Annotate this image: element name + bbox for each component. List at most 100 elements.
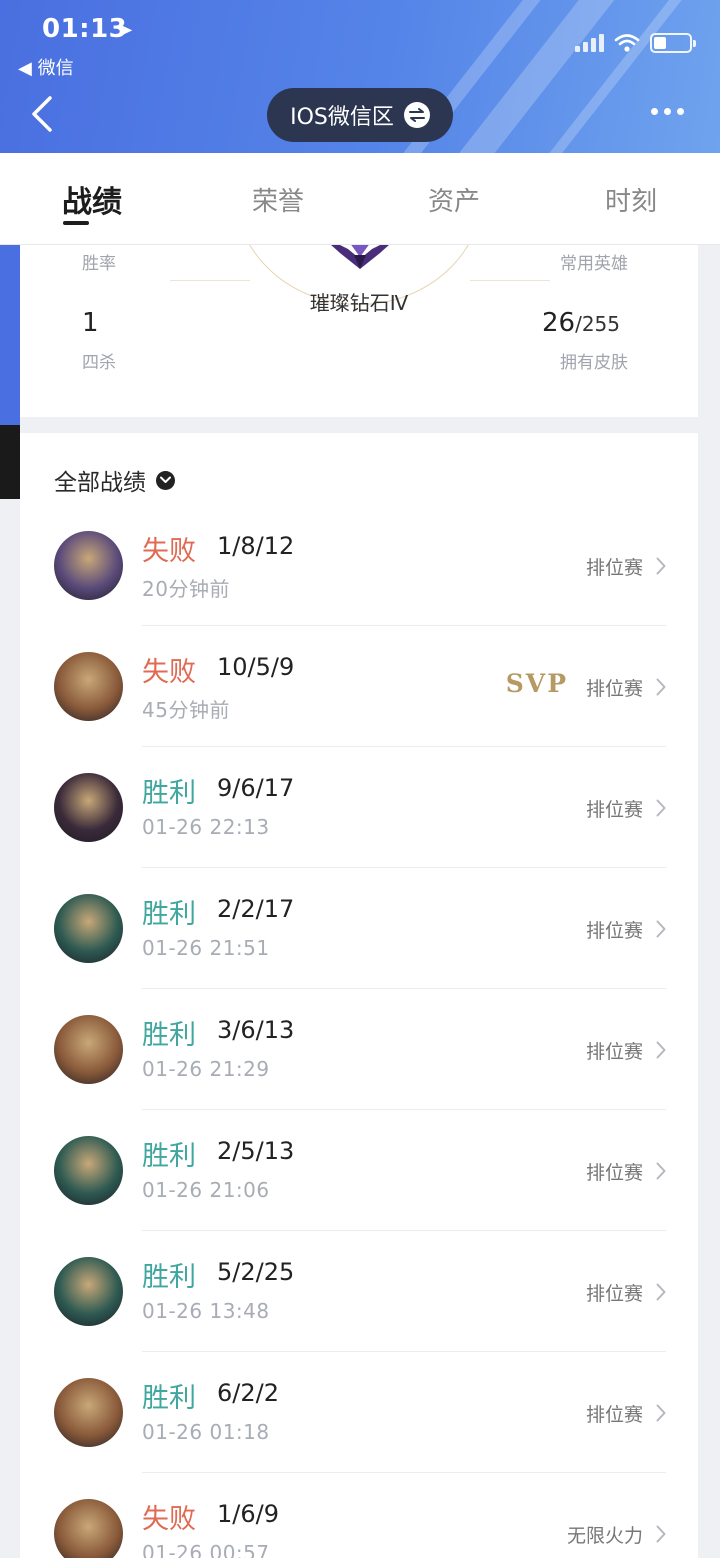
zone-label: IOS微信区 xyxy=(290,105,394,130)
swap-icon xyxy=(403,102,430,128)
match-kda: 2/5/13 xyxy=(217,1137,295,1165)
rank-emblem-icon xyxy=(331,245,389,269)
chevron-right-icon xyxy=(656,1404,666,1422)
match-result: 胜利 xyxy=(142,899,196,930)
svp-badge: SVP xyxy=(505,669,568,698)
match-kda: 10/5/9 xyxy=(217,653,295,681)
edge-decoration xyxy=(0,245,20,435)
match-result: 胜利 xyxy=(142,1383,196,1414)
more-icon[interactable] xyxy=(651,108,684,115)
match-filter-dropdown[interactable]: 全部战绩 xyxy=(54,463,175,497)
win-rate-label: 胜率 xyxy=(82,254,116,274)
quadra-kill-value: 1 xyxy=(82,308,99,338)
zone-switch-button[interactable]: IOS微信区 xyxy=(267,88,453,142)
tab-record[interactable]: 战绩 xyxy=(62,177,122,221)
match-row[interactable]: 胜利 9/6/17 01-26 22:13 排位赛 xyxy=(20,747,698,868)
match-kda: 1/6/9 xyxy=(217,1500,279,1528)
back-arrow-icon[interactable] xyxy=(28,94,68,134)
match-kda: 6/2/2 xyxy=(217,1379,279,1407)
skins-owned: 26 xyxy=(542,308,576,338)
common-hero-label: 常用英雄 xyxy=(560,254,628,274)
match-time: 01-26 01:18 xyxy=(142,1420,270,1444)
chevron-right-icon xyxy=(656,920,666,938)
match-list: 全部战绩 失败 1/8/12 20分钟前 排位赛 失败 10/5/9 45分钟前 SVP 排位赛… xyxy=(20,433,698,1558)
match-kda: 2/2/17 xyxy=(217,895,295,923)
match-row[interactable]: 胜利 5/2/25 01-26 13:48 排位赛 xyxy=(20,1231,698,1352)
match-mode: 无限火力 xyxy=(566,1525,643,1547)
skins-count: 26/255 xyxy=(542,308,620,338)
match-time: 20分钟前 xyxy=(142,577,230,601)
hero-avatar xyxy=(54,531,123,600)
chevron-right-icon xyxy=(656,1162,666,1180)
chevron-right-icon xyxy=(656,1525,666,1543)
hero-avatar xyxy=(54,1136,123,1205)
tab-bar: 战绩 荣誉 资产 时刻 xyxy=(0,153,720,245)
match-kda: 9/6/17 xyxy=(217,774,295,802)
hero-avatar xyxy=(54,1378,123,1447)
chevron-right-icon xyxy=(656,1283,666,1301)
match-time: 45分钟前 xyxy=(142,698,230,722)
match-row[interactable]: 失败 10/5/9 45分钟前 SVP 排位赛 xyxy=(20,626,698,747)
skins-label: 拥有皮肤 xyxy=(560,353,628,373)
match-row[interactable]: 失败 1/6/9 01-26 00:57 无限火力 xyxy=(20,1473,698,1558)
divider xyxy=(470,280,550,281)
match-time: 01-26 21:06 xyxy=(142,1178,270,1202)
match-mode: 排位赛 xyxy=(585,1162,643,1184)
match-row[interactable]: 胜利 2/2/17 01-26 21:51 排位赛 xyxy=(20,868,698,989)
match-result: 失败 xyxy=(142,536,196,567)
hero-avatar xyxy=(54,1499,123,1558)
summary-card: 胜率 常用英雄 璀璨钻石Ⅳ 1 四杀 26/255 拥有皮肤 xyxy=(20,245,698,417)
tab-active-indicator xyxy=(63,221,89,225)
hero-avatar xyxy=(54,1257,123,1326)
chevron-right-icon xyxy=(656,678,666,696)
divider xyxy=(170,280,250,281)
match-mode: 排位赛 xyxy=(585,1283,643,1305)
match-kda: 3/6/13 xyxy=(217,1016,295,1044)
match-row[interactable]: 失败 1/8/12 20分钟前 排位赛 xyxy=(20,505,698,626)
match-row[interactable]: 胜利 6/2/2 01-26 01:18 排位赛 xyxy=(20,1352,698,1473)
match-filter-label: 全部战绩 xyxy=(54,470,146,496)
match-mode: 排位赛 xyxy=(585,1041,643,1063)
match-time: 01-26 00:57 xyxy=(142,1541,270,1558)
match-result: 失败 xyxy=(142,657,196,688)
cellular-signal-icon xyxy=(575,34,604,52)
edge-decoration xyxy=(0,425,20,499)
status-time: 01:13 xyxy=(42,14,128,44)
hero-avatar xyxy=(54,894,123,963)
match-row[interactable]: 胜利 2/5/13 01-26 21:06 排位赛 xyxy=(20,1110,698,1231)
quadra-kill-label: 四杀 xyxy=(82,353,116,373)
match-kda: 5/2/25 xyxy=(217,1258,295,1286)
match-time: 01-26 21:51 xyxy=(142,936,270,960)
match-mode: 排位赛 xyxy=(585,1404,643,1426)
match-result: 胜利 xyxy=(142,1020,196,1051)
match-result: 失败 xyxy=(142,1504,196,1535)
status-indicators xyxy=(575,30,696,56)
match-mode: 排位赛 xyxy=(585,799,643,821)
chevron-right-icon xyxy=(656,557,666,575)
match-mode: 排位赛 xyxy=(585,920,643,942)
battery-icon xyxy=(650,33,696,53)
chevron-right-icon xyxy=(656,1041,666,1059)
match-result: 胜利 xyxy=(142,1262,196,1293)
hero-avatar xyxy=(54,1015,123,1084)
hero-avatar xyxy=(54,652,123,721)
wifi-icon xyxy=(614,34,640,52)
chevron-down-icon xyxy=(156,470,175,490)
location-icon: ➤ xyxy=(118,20,134,41)
tab-honor[interactable]: 荣誉 xyxy=(252,181,304,218)
match-time: 01-26 13:48 xyxy=(142,1299,270,1323)
tab-assets[interactable]: 资产 xyxy=(428,181,480,218)
back-to-app-link[interactable]: ◀ 微信 xyxy=(18,54,74,80)
tab-moments[interactable]: 时刻 xyxy=(605,181,657,218)
skins-total: /255 xyxy=(575,312,621,336)
chevron-right-icon xyxy=(656,799,666,817)
match-row[interactable]: 胜利 3/6/13 01-26 21:29 排位赛 xyxy=(20,989,698,1110)
match-result: 胜利 xyxy=(142,1141,196,1172)
match-mode: 排位赛 xyxy=(585,678,643,700)
match-time: 01-26 21:29 xyxy=(142,1057,270,1081)
hero-avatar xyxy=(54,773,123,842)
match-time: 01-26 22:13 xyxy=(142,815,270,839)
match-mode: 排位赛 xyxy=(585,557,643,579)
header-bar: 01:13 ➤ ◀ 微信 IOS微信区 xyxy=(0,0,720,153)
match-result: 胜利 xyxy=(142,778,196,809)
